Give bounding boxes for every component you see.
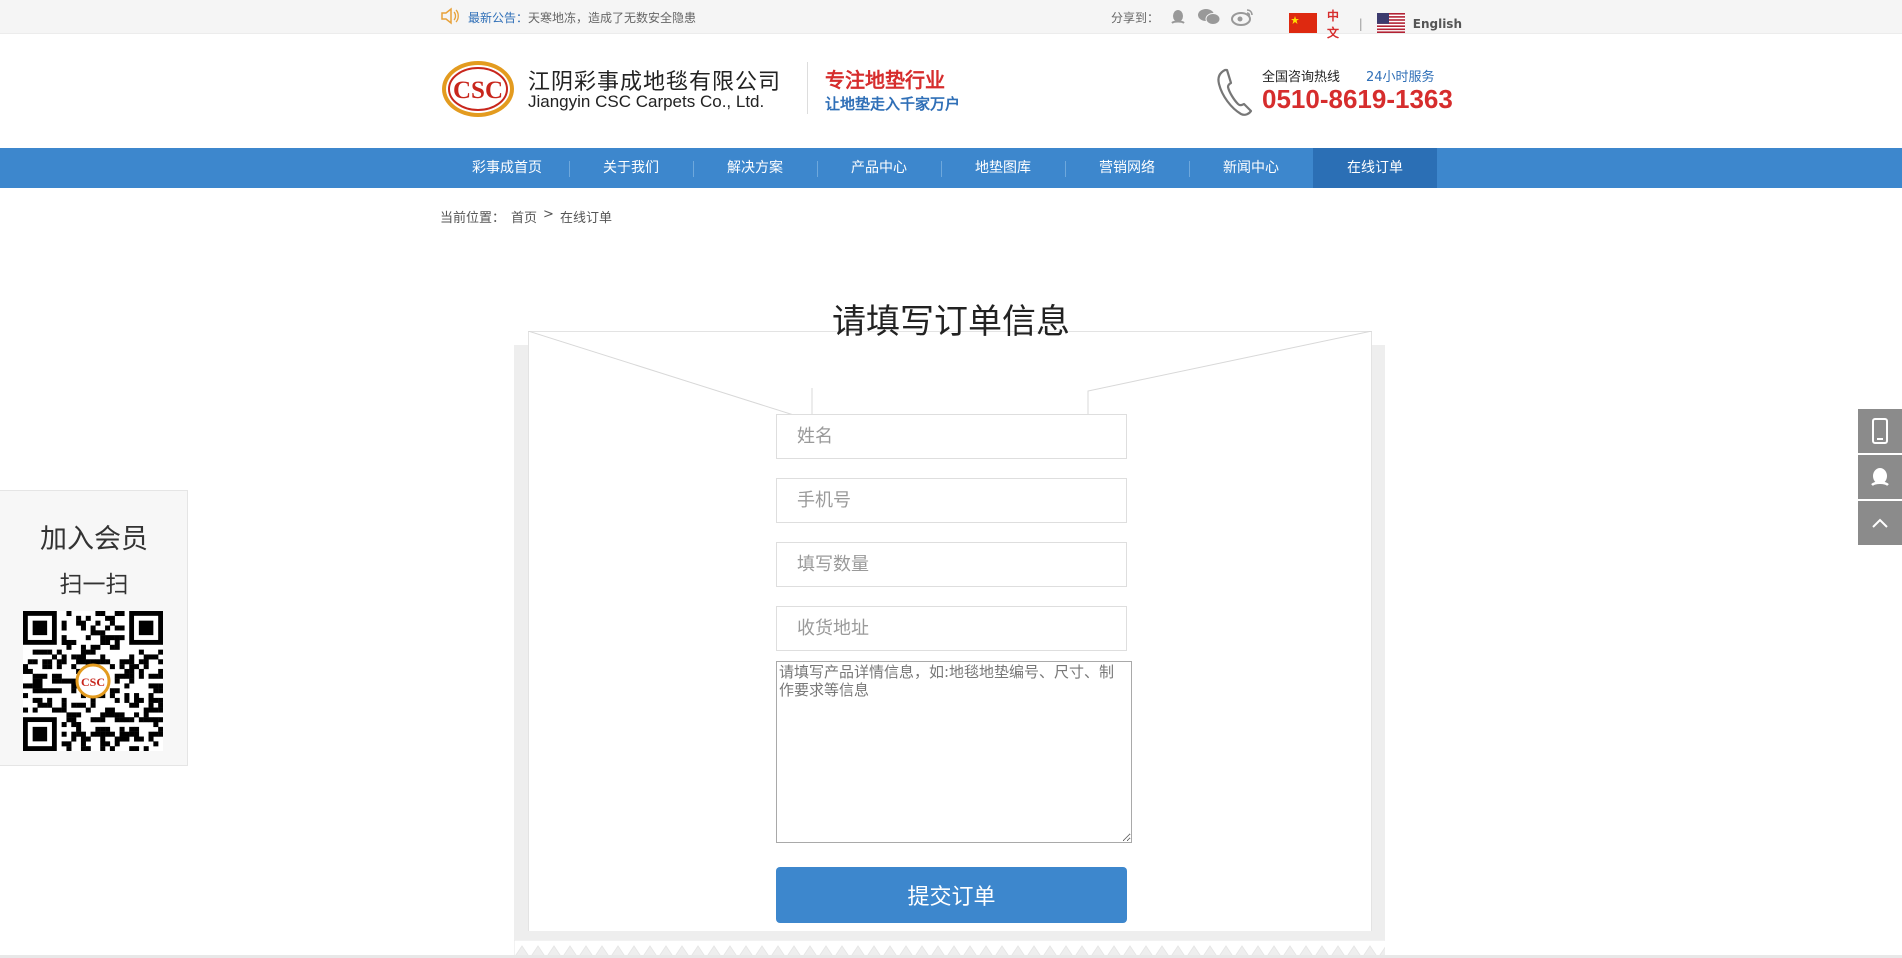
hotline-label: 全国咨询热线 <box>1262 70 1341 85</box>
nav-item[interactable]: 营销网络 <box>1065 148 1189 188</box>
logo-text: CSC <box>453 77 503 104</box>
form-title: 请填写订单信息 <box>832 303 1070 341</box>
member-qr-panel: 加入会员 扫一扫 CSC <box>0 490 188 766</box>
product-detail-textarea[interactable] <box>776 661 1132 843</box>
main-nav: 彩事成首页 关于我们 解决方案 产品中心 地垫图库 营销网络 新闻中心 在线订单 <box>0 148 1902 188</box>
nav-item[interactable]: 新闻中心 <box>1189 148 1313 188</box>
notice-bar: 最新公告： 天寒地冻，造成了无数安全隐患 <box>440 7 696 28</box>
notice-label: 最新公告： <box>468 11 529 25</box>
address-input[interactable] <box>776 606 1127 651</box>
phone-icon <box>1215 66 1255 122</box>
slogan-sub: 让地垫走入千家万户 <box>825 95 961 113</box>
phone-input[interactable] <box>776 478 1127 523</box>
qq-icon[interactable] <box>1169 8 1187 26</box>
site-header: CSC 江阴彩事成地毯有限公司 Jiangyin CSC Carpets Co.… <box>440 34 1462 148</box>
hotline-service: 24小时服务 <box>1366 70 1435 85</box>
weibo-icon[interactable] <box>1231 8 1255 26</box>
nav-item[interactable]: 解决方案 <box>693 148 817 188</box>
qr-logo-text: CSC <box>81 675 105 689</box>
company-name-en: Jiangyin CSC Carpets Co., Ltd. <box>528 92 765 111</box>
submit-order-button[interactable]: 提交订单 <box>776 867 1127 923</box>
share-label: 分享到： <box>1111 10 1160 25</box>
qr-code: CSC <box>23 611 163 751</box>
lang-en-link[interactable]: English <box>1413 17 1462 31</box>
slogan-main: 专注地垫行业 <box>825 68 945 92</box>
nav-item[interactable]: 在线订单 <box>1313 148 1437 188</box>
quantity-input[interactable] <box>776 542 1127 587</box>
nav-item[interactable]: 地垫图库 <box>941 148 1065 188</box>
side-toolbar <box>1858 409 1902 547</box>
name-input[interactable] <box>776 414 1127 459</box>
breadcrumb-prefix: 当前位置： <box>440 211 506 226</box>
header-divider <box>807 62 808 114</box>
breadcrumb: 当前位置： 首页 > 在线订单 <box>440 207 618 226</box>
breadcrumb-separator: > <box>543 207 554 222</box>
breadcrumb-current: 在线订单 <box>559 211 612 226</box>
member-scan-label: 扫一扫 <box>59 572 129 598</box>
company-logo[interactable]: CSC <box>440 59 518 119</box>
speaker-icon <box>440 7 460 28</box>
envelope-flap-decoration <box>528 331 1372 417</box>
member-title: 加入会员 <box>40 524 148 555</box>
lang-separator: | <box>1358 17 1363 31</box>
breadcrumb-home[interactable]: 首页 <box>511 207 537 226</box>
notice-text[interactable]: 天寒地冻，造成了无数安全隐患 <box>528 9 696 26</box>
wechat-icon[interactable] <box>1197 8 1221 26</box>
china-flag-icon[interactable] <box>1289 12 1317 36</box>
mobile-icon[interactable] <box>1858 409 1902 453</box>
nav-item[interactable]: 产品中心 <box>817 148 941 188</box>
qq-service-icon[interactable] <box>1858 455 1902 499</box>
top-bar: 最新公告： 天寒地冻，造成了无数安全隐患 分享到： 中文 | English <box>0 0 1902 40</box>
nav-item[interactable]: 关于我们 <box>569 148 693 188</box>
share-bar: 分享到： <box>1111 8 1255 26</box>
hotline-number[interactable]: 0510-8619-1363 <box>1262 84 1453 115</box>
us-flag-icon[interactable] <box>1376 12 1405 36</box>
nav-item[interactable]: 彩事成首页 <box>445 148 569 188</box>
back-to-top-icon[interactable] <box>1858 501 1902 545</box>
